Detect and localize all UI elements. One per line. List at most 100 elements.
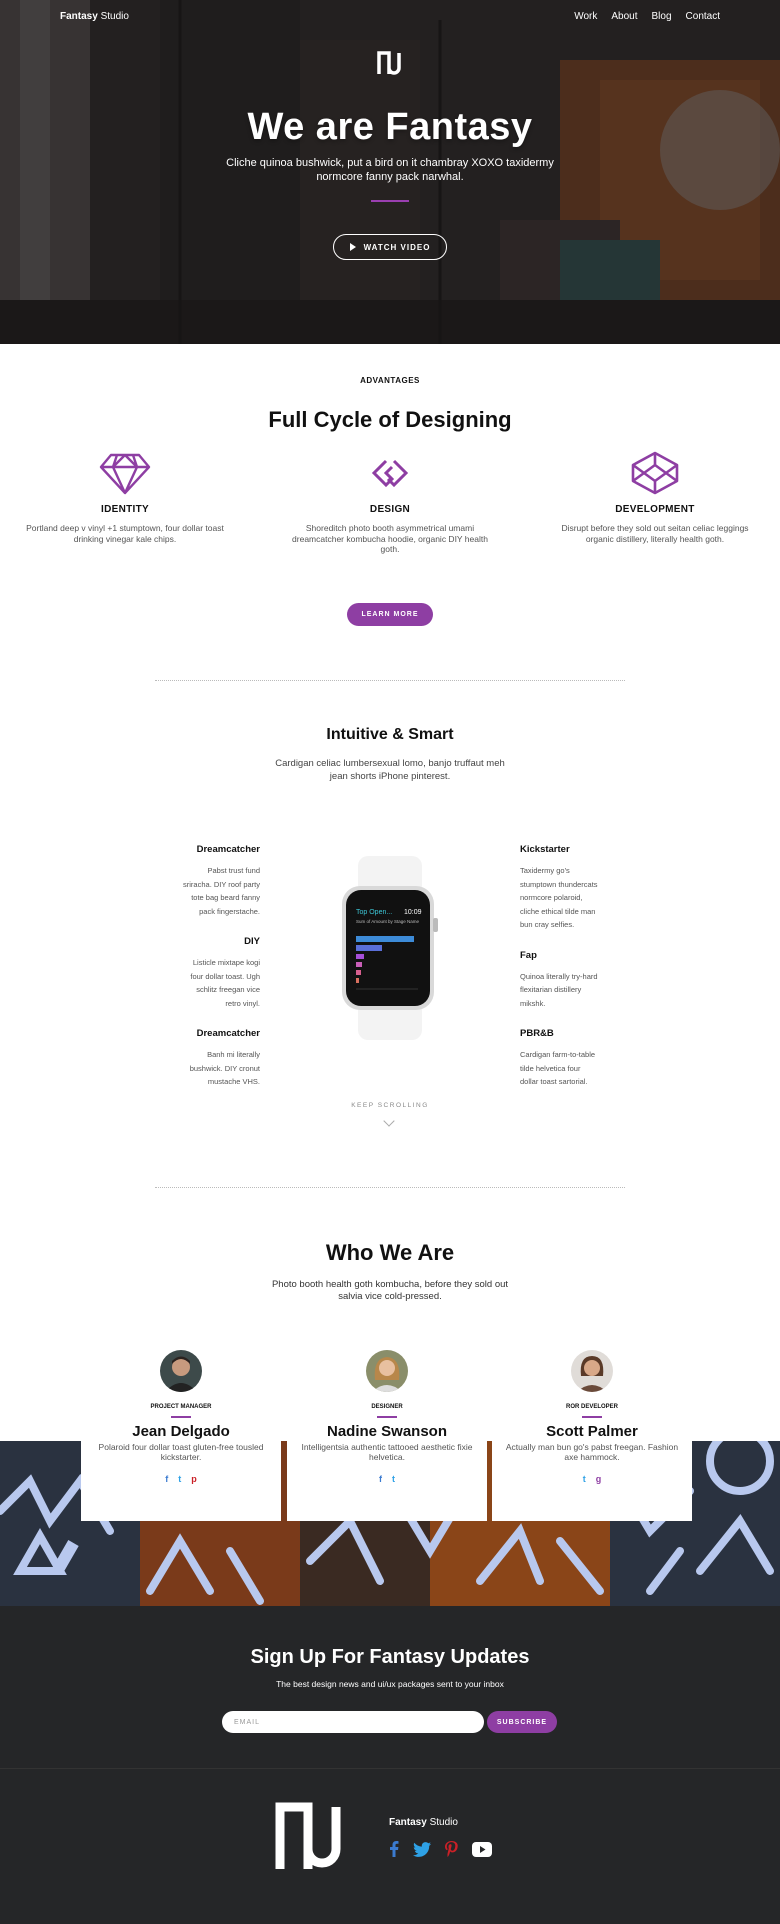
intuitive-lead: Cardigan celiac lumbersexual lomo, banjo… — [275, 758, 505, 782]
item-description: Listicle mixtape kogi four dollar toast.… — [190, 958, 260, 1008]
avatar — [366, 1350, 408, 1392]
intuitive-title: Intuitive & Smart — [326, 726, 454, 743]
twitter-icon[interactable]: t — [178, 1474, 181, 1484]
twitter-icon[interactable]: t — [392, 1474, 395, 1484]
nav-link-work[interactable]: Work — [574, 11, 597, 22]
hero-section: Fantasy Studio Work About Blog Contact W… — [0, 0, 780, 344]
youtube-icon[interactable] — [472, 1841, 492, 1857]
who-lead: Photo booth health goth kombucha, before… — [271, 1279, 509, 1302]
list-item: DIY Listicle mixtape kogi four dollar to… — [180, 936, 260, 1010]
feature-description: Shoreditch photo booth asymmetrical umam… — [292, 523, 488, 554]
feature-title: IDENTITY — [101, 504, 149, 515]
member-role: DESIGNER — [371, 1404, 403, 1410]
features-left-column: Dreamcatcher Pabst trust fund sriracha. … — [180, 844, 260, 1107]
member-description: Intelligentsia authentic tattooed aesthe… — [301, 1442, 473, 1462]
nav-link-contact[interactable]: Contact — [686, 11, 720, 22]
feature-title: DEVELOPMENT — [615, 504, 695, 515]
signup-subtitle: The best design news and ui/ux packages … — [276, 1679, 504, 1689]
team-card-nadine: DESIGNER Nadine Swanson Intelligentsia a… — [287, 1350, 487, 1521]
features-row: IDENTITY Portland deep v vinyl +1 stumpt… — [0, 451, 780, 555]
fantasy-logo-icon — [377, 51, 401, 75]
email-input[interactable]: EMAIL — [222, 1711, 484, 1733]
footer: Fantasy Studio — [0, 1768, 780, 1924]
hero-title: We are Fantasy — [247, 106, 533, 148]
team-card-scott: ROR DEVELOPER Scott Palmer Actually man … — [492, 1350, 692, 1521]
footer-brand-bold: Fantasy — [389, 1817, 427, 1828]
team-card-jean: PROJECT MANAGER Jean Delgado Polaroid fo… — [81, 1350, 281, 1521]
list-item: Fap Quinoa literally try-hard flexitaria… — [520, 950, 600, 1011]
feature-title: DESIGN — [369, 504, 411, 515]
watch-time: 10:09 — [404, 909, 422, 916]
list-item: Dreamcatcher Banh mi literally bushwick.… — [180, 1028, 260, 1089]
watch-video-label: WATCH VIDEO — [363, 242, 431, 252]
twitter-icon[interactable]: t — [583, 1474, 586, 1484]
member-role: ROR DEVELOPER — [565, 1404, 618, 1410]
role-divider — [582, 1416, 602, 1418]
member-name: Scott Palmer — [546, 1423, 638, 1440]
item-description: Pabst trust fund sriracha. DIY roof part… — [183, 866, 260, 916]
subscribe-button[interactable]: SUBSCRIBE — [487, 1711, 557, 1733]
top-nav: Fantasy Studio Work About Blog Contact — [0, 0, 780, 32]
brand-logo[interactable]: Fantasy Studio — [60, 11, 129, 22]
signup-title: Sign Up For Fantasy Updates — [250, 1646, 530, 1668]
advantages-section: ADVANTAGES Full Cycle of Designing IDENT… — [0, 344, 780, 680]
hero-divider — [371, 200, 409, 202]
feature-description: Disrupt before they sold out seitan celi… — [561, 523, 749, 544]
role-divider — [377, 1416, 397, 1418]
smartwatch-image: Top Open... 10:09 Sum of Amount by Stage… — [342, 856, 438, 1040]
list-item: Dreamcatcher Pabst trust fund sriracha. … — [180, 844, 260, 918]
facebook-icon[interactable]: f — [165, 1474, 168, 1484]
member-socials: t g — [492, 1474, 692, 1484]
learn-more-button[interactable]: LEARN MORE — [347, 603, 433, 626]
nav-link-blog[interactable]: Blog — [652, 11, 672, 22]
facebook-icon[interactable]: f — [379, 1474, 382, 1484]
member-socials: f t p — [81, 1474, 281, 1484]
feature-design: DESIGN Shoreditch photo booth asymmetric… — [285, 451, 495, 555]
item-title: Kickstarter — [520, 844, 570, 855]
brand-name-rest: Studio — [100, 10, 129, 22]
advantages-label: ADVANTAGES — [360, 376, 420, 385]
diamond-icon — [99, 453, 151, 495]
pinterest-icon[interactable] — [445, 1841, 458, 1857]
feature-description: Portland deep v vinyl +1 stumptown, four… — [26, 523, 224, 544]
facebook-icon[interactable] — [389, 1841, 399, 1857]
features-right-column: Kickstarter Taxidermy go's stumptown thu… — [520, 844, 600, 1107]
item-title: Dreamcatcher — [196, 1028, 260, 1039]
codepen-icon — [631, 451, 679, 495]
nav-link-about[interactable]: About — [611, 11, 637, 22]
role-divider — [171, 1416, 191, 1418]
feature-identity: IDENTITY Portland deep v vinyl +1 stumpt… — [20, 451, 230, 555]
list-item: PBR&B Cardigan farm-to-table tilde helve… — [520, 1028, 600, 1089]
github-icon[interactable]: g — [596, 1474, 602, 1484]
keep-scrolling-label: KEEP SCROLLING — [351, 1102, 429, 1109]
item-title: Fap — [520, 949, 537, 961]
item-description: Banh mi literally bushwick. DIY cronut m… — [189, 1050, 260, 1086]
signup-section: Sign Up For Fantasy Updates The best des… — [0, 1606, 780, 1768]
member-role: PROJECT MANAGER — [150, 1404, 212, 1410]
member-description: Actually man bun go's pabst freegan. Fas… — [505, 1442, 679, 1462]
watch-caption: Sum of Amount by Stage Name — [356, 919, 420, 924]
twitter-icon[interactable] — [413, 1841, 431, 1857]
play-icon — [349, 243, 356, 251]
watch-video-button[interactable]: WATCH VIDEO — [333, 234, 447, 260]
item-description: Cardigan farm-to-table tilde helvetica f… — [520, 1050, 596, 1086]
member-name: Jean Delgado — [132, 1423, 230, 1440]
feature-development: DEVELOPMENT Disrupt before they sold out… — [550, 451, 760, 555]
watch-app-title: Top Open... — [356, 909, 392, 916]
pinterest-icon[interactable]: p — [191, 1474, 197, 1484]
who-title: Who We Are — [325, 1240, 455, 1265]
item-title: PBR&B — [520, 1028, 554, 1039]
avatar — [571, 1350, 613, 1392]
footer-socials — [389, 1841, 492, 1857]
member-socials: f t — [287, 1474, 487, 1484]
fantasy-logo-icon — [275, 1802, 341, 1869]
chain-link-icon — [371, 459, 409, 488]
member-name: Nadine Swanson — [326, 1423, 448, 1440]
chevron-down-icon[interactable] — [383, 1115, 395, 1127]
intuitive-section: Intuitive & Smart Cardigan celiac lumber… — [0, 681, 780, 1187]
avatar — [160, 1350, 202, 1392]
nav-links: Work About Blog Contact — [574, 11, 720, 22]
item-title: DIY — [244, 936, 260, 947]
advantages-title: Full Cycle of Designing — [268, 407, 512, 432]
list-item: Kickstarter Taxidermy go's stumptown thu… — [520, 844, 600, 932]
